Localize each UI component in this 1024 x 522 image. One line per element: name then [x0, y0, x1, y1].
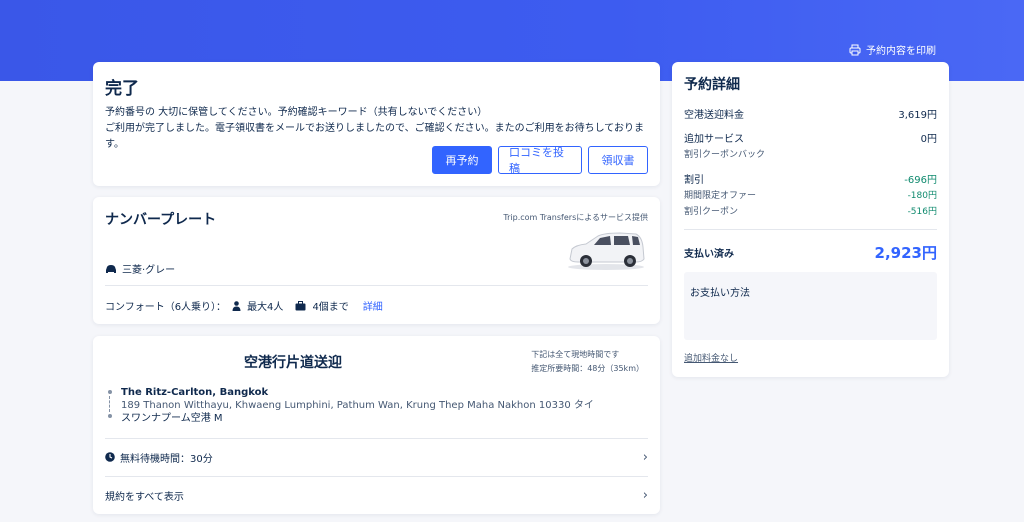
paid-label: 支払い済み: [684, 249, 734, 260]
estimated-duration: 推定所要時間：48分（35km）: [531, 364, 644, 373]
discount-label: 割引: [684, 175, 704, 186]
luggage-capacity: 4個まで: [312, 302, 349, 313]
limited-offer-value: -180円: [907, 191, 937, 201]
discount-value: -696円: [904, 175, 937, 186]
route-line-icon: [109, 396, 111, 412]
free-wait-label: 無料待機時間：30分: [120, 453, 213, 465]
pickup-name: The Ritz-Carlton, Bangkok: [121, 387, 269, 398]
local-time-note: 下記は全て現地時間です: [531, 350, 620, 359]
car-icon: [106, 264, 116, 273]
no-extra-charge-link[interactable]: 追加料金なし: [684, 351, 738, 364]
dropoff-name: スワンナプーム空港 M: [121, 413, 223, 424]
addon-value: 0円: [920, 134, 937, 145]
printer-icon: [849, 44, 861, 55]
transfer-card: 空港行片道送迎 下記は全て現地時間です 推定所要時間：48分（35km） The…: [93, 336, 660, 514]
vehicle-card: ナンバープレート Trip.com Transfersによるサービス提供 三菱·…: [93, 197, 660, 324]
payment-method-box: お支払い方法: [684, 272, 937, 340]
pickup-address: 189 Thanon Witthayu, Khwaeng Lumphini, P…: [121, 400, 594, 411]
paid-total: 2,923円: [874, 244, 937, 262]
car-image: [568, 232, 645, 270]
luggage-icon: [295, 300, 306, 310]
payment-method-label: お支払い方法: [690, 288, 750, 299]
rebook-button[interactable]: 再予約: [432, 146, 492, 174]
print-label: 予約内容を印刷: [866, 46, 936, 57]
fare-value: 3,619円: [898, 110, 937, 121]
details-link[interactable]: 詳細: [363, 298, 383, 313]
coupon-label: 割引クーポン: [684, 207, 739, 217]
coupon-cashback-label: 割引クーポンバック: [684, 150, 766, 160]
view-terms-row[interactable]: 規約をすべて表示 ›: [105, 477, 648, 513]
view-terms-label: 規約をすべて表示: [105, 491, 184, 503]
chevron-right-icon: ›: [642, 449, 648, 465]
limited-offer-label: 期間限定オファー: [684, 191, 757, 201]
free-wait-time-row[interactable]: 無料待機時間：30分 ›: [105, 439, 648, 475]
fare-label: 空港送迎料金: [684, 110, 744, 121]
chevron-right-icon: ›: [642, 487, 648, 503]
completion-card: 完了 予約番号の 大切に保管してください。予約確認キーワード（共有しないでくださ…: [93, 62, 660, 186]
destination-dot-icon: [108, 414, 112, 418]
provider-text: Trip.com Transfersによるサービス提供: [503, 213, 648, 222]
booking-details-card: 予約詳細 空港送迎料金 3,619円 追加サービス 0円 割引クーポンバック 割…: [672, 62, 949, 377]
details-title: 予約詳細: [684, 77, 740, 93]
origin-dot-icon: [108, 390, 112, 394]
addon-label: 追加サービス: [684, 134, 744, 145]
booking-number-text: 予約番号の 大切に保管してください。予約確認キーワード（共有しないでください）: [105, 107, 488, 118]
coupon-value: -516円: [907, 207, 937, 217]
status-title: 完了: [105, 79, 139, 99]
post-review-button[interactable]: 口コミを投稿: [498, 146, 582, 175]
person-icon: [232, 300, 241, 311]
clock-icon: [105, 452, 115, 462]
transfer-title: 空港行片道送迎: [244, 355, 342, 371]
vehicle-class: コンフォート（6人乗り）：: [105, 302, 227, 313]
route-info: The Ritz-Carlton, Bangkok 189 Thanon Wit…: [107, 386, 594, 425]
print-reservation-button[interactable]: 予約内容を印刷: [849, 42, 936, 57]
passenger-capacity: 最大4人: [247, 302, 284, 313]
receipt-button[interactable]: 領収書: [588, 146, 648, 174]
car-name: 三菱·グレー: [122, 265, 176, 276]
